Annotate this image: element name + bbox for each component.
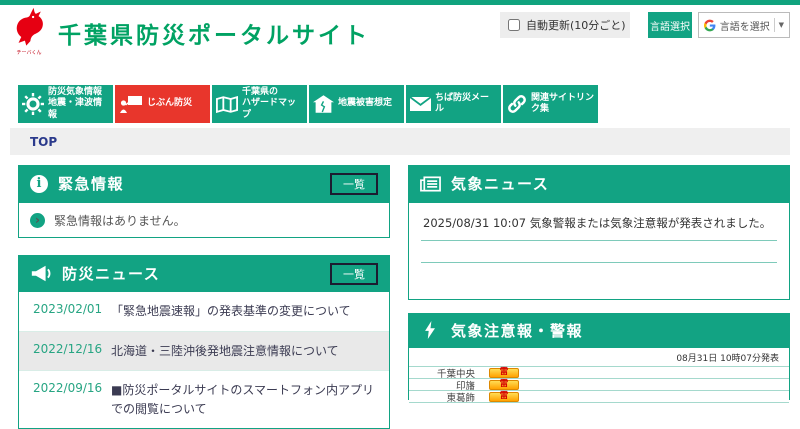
disaster-news-panel: 防災ニュース 一覧 2023/02/01 「緊急地震速報」の発表基準の変更につい…	[18, 255, 390, 429]
warnings-table: 08月31日 10時07分発表 千葉中央 雷 印旛 雷 東葛飾 雷	[408, 347, 790, 404]
nav-related-links-button[interactable]: 関連サイトリンク集	[503, 85, 598, 123]
weather-news-list: 2025/08/31 10:07 気象警報または気象注意報が発表されました。	[408, 202, 790, 300]
auto-update-toggle[interactable]: 自動更新(10分ごと)	[500, 12, 630, 38]
nav-earthquake-damage-button[interactable]: 地震被害想定	[309, 85, 404, 123]
map-icon	[216, 95, 238, 113]
nav-label: 防災気象情報 地震・津波情報	[48, 87, 103, 120]
page-title: 千葉県防災ポータルサイト	[58, 23, 370, 49]
news-panel-header: 防災ニュース 一覧	[18, 255, 390, 292]
newspaper-icon	[420, 175, 441, 192]
news-list: 2023/02/01 「緊急地震速報」の発表基準の変更について 2022/12/…	[18, 292, 390, 429]
weather-news-panel: 気象ニュース 2025/08/31 10:07 気象警報または気象注意報が発表さ…	[408, 165, 790, 300]
info-icon: i	[30, 174, 48, 193]
emergency-panel-body: › 緊急情報はありません。	[18, 202, 390, 238]
divider	[773, 18, 775, 32]
warnings-issued-time: 08月31日 10時07分発表	[409, 348, 789, 367]
weather-news-title: 気象ニュース	[451, 175, 550, 193]
news-date: 2022/12/16	[33, 341, 103, 356]
envelope-icon	[410, 97, 431, 111]
emergency-message: 緊急情報はありません。	[54, 213, 186, 228]
news-row[interactable]: 2023/02/01 「緊急地震速報」の発表基準の変更について	[19, 292, 389, 331]
sun-gear-icon	[22, 93, 44, 115]
chiba-kun-mascot: チーバくん	[10, 7, 48, 56]
thunder-badge: 雷	[489, 367, 519, 378]
emergency-panel-title: 緊急情報	[58, 175, 125, 193]
arrow-circle-icon: ›	[30, 212, 45, 228]
weather-news-item-empty	[421, 241, 777, 263]
google-logo-icon	[704, 19, 716, 31]
news-panel-title: 防災ニュース	[62, 265, 161, 283]
nav-label: じぶん防災	[147, 98, 193, 109]
nav-jibun-bousai-button[interactable]: じぶん防災	[115, 85, 210, 123]
weather-warnings-panel: 気象注意報・警報 08月31日 10時07分発表 千葉中央 雷 印旛 雷 東葛飾…	[408, 313, 790, 404]
emergency-panel-header: i 緊急情報 一覧	[18, 165, 390, 202]
news-link[interactable]: 「緊急地震速報」の発表基準の変更について	[111, 302, 351, 321]
top-accent-bar	[0, 0, 800, 5]
nav-bousai-mail-button[interactable]: ちば防災メール	[406, 85, 501, 123]
nav-label: ちば防災メール	[435, 92, 490, 114]
breadcrumb: TOP	[10, 128, 790, 155]
google-translate-dropdown[interactable]: 言語を選択 ▼	[698, 12, 790, 38]
mascot-name-label: チーバくん	[16, 50, 42, 56]
news-row[interactable]: 2022/12/16 北海道・三陸沖後発地震注意情報について	[19, 330, 389, 371]
cracked-house-icon	[313, 95, 334, 113]
warning-region: 東葛飾	[446, 392, 475, 404]
lightning-icon	[425, 321, 436, 339]
nav-hazard-map-button[interactable]: 千葉県の ハザードマップ	[212, 85, 307, 123]
nav-label: 関連サイトリンク集	[531, 92, 595, 114]
chevron-down-icon: ▼	[778, 21, 784, 29]
nav-label: 地震被害想定	[338, 98, 393, 109]
warnings-title: 気象注意報・警報	[451, 321, 584, 340]
news-row[interactable]: 2022/09/16 ■防災ポータルサイトのスマートフォン内アプリでの閲覧につい…	[19, 370, 389, 428]
thunder-badge: 雷	[489, 379, 519, 390]
teacher-board-icon	[119, 95, 143, 113]
weather-news-header: 気象ニュース	[408, 165, 790, 202]
thunder-badge: 雷	[489, 391, 519, 402]
auto-update-checkbox[interactable]	[508, 19, 520, 31]
emergency-info-panel: i 緊急情報 一覧 › 緊急情報はありません。	[18, 165, 390, 238]
main-navigation: 防災気象情報 地震・津波情報 じぶん防災 千葉県の ハザードマップ 地震被害想定 ち…	[18, 85, 598, 123]
translate-selected-value: 言語を選択	[719, 21, 770, 33]
language-select-button[interactable]: 言語選択	[648, 12, 692, 38]
news-date: 2023/02/01	[33, 302, 103, 316]
emergency-list-button[interactable]: 一覧	[330, 172, 378, 195]
news-list-button[interactable]: 一覧	[330, 262, 378, 285]
megaphone-icon	[30, 265, 52, 282]
nav-label: 千葉県の ハザードマップ	[242, 87, 297, 120]
breadcrumb-top-link[interactable]: TOP	[30, 135, 57, 149]
mascot-image	[16, 7, 43, 46]
nav-weather-info-button[interactable]: 防災気象情報 地震・津波情報	[18, 85, 113, 123]
link-icon	[507, 94, 527, 114]
auto-update-label: 自動更新(10分ごと)	[526, 19, 626, 32]
weather-news-item[interactable]: 2025/08/31 10:07 気象警報または気象注意報が発表されました。	[421, 207, 777, 241]
warning-row[interactable]: 東葛飾 雷	[409, 391, 789, 404]
news-link[interactable]: 北海道・三陸沖後発地震注意情報について	[111, 342, 339, 361]
warnings-header: 気象注意報・警報	[408, 313, 790, 347]
